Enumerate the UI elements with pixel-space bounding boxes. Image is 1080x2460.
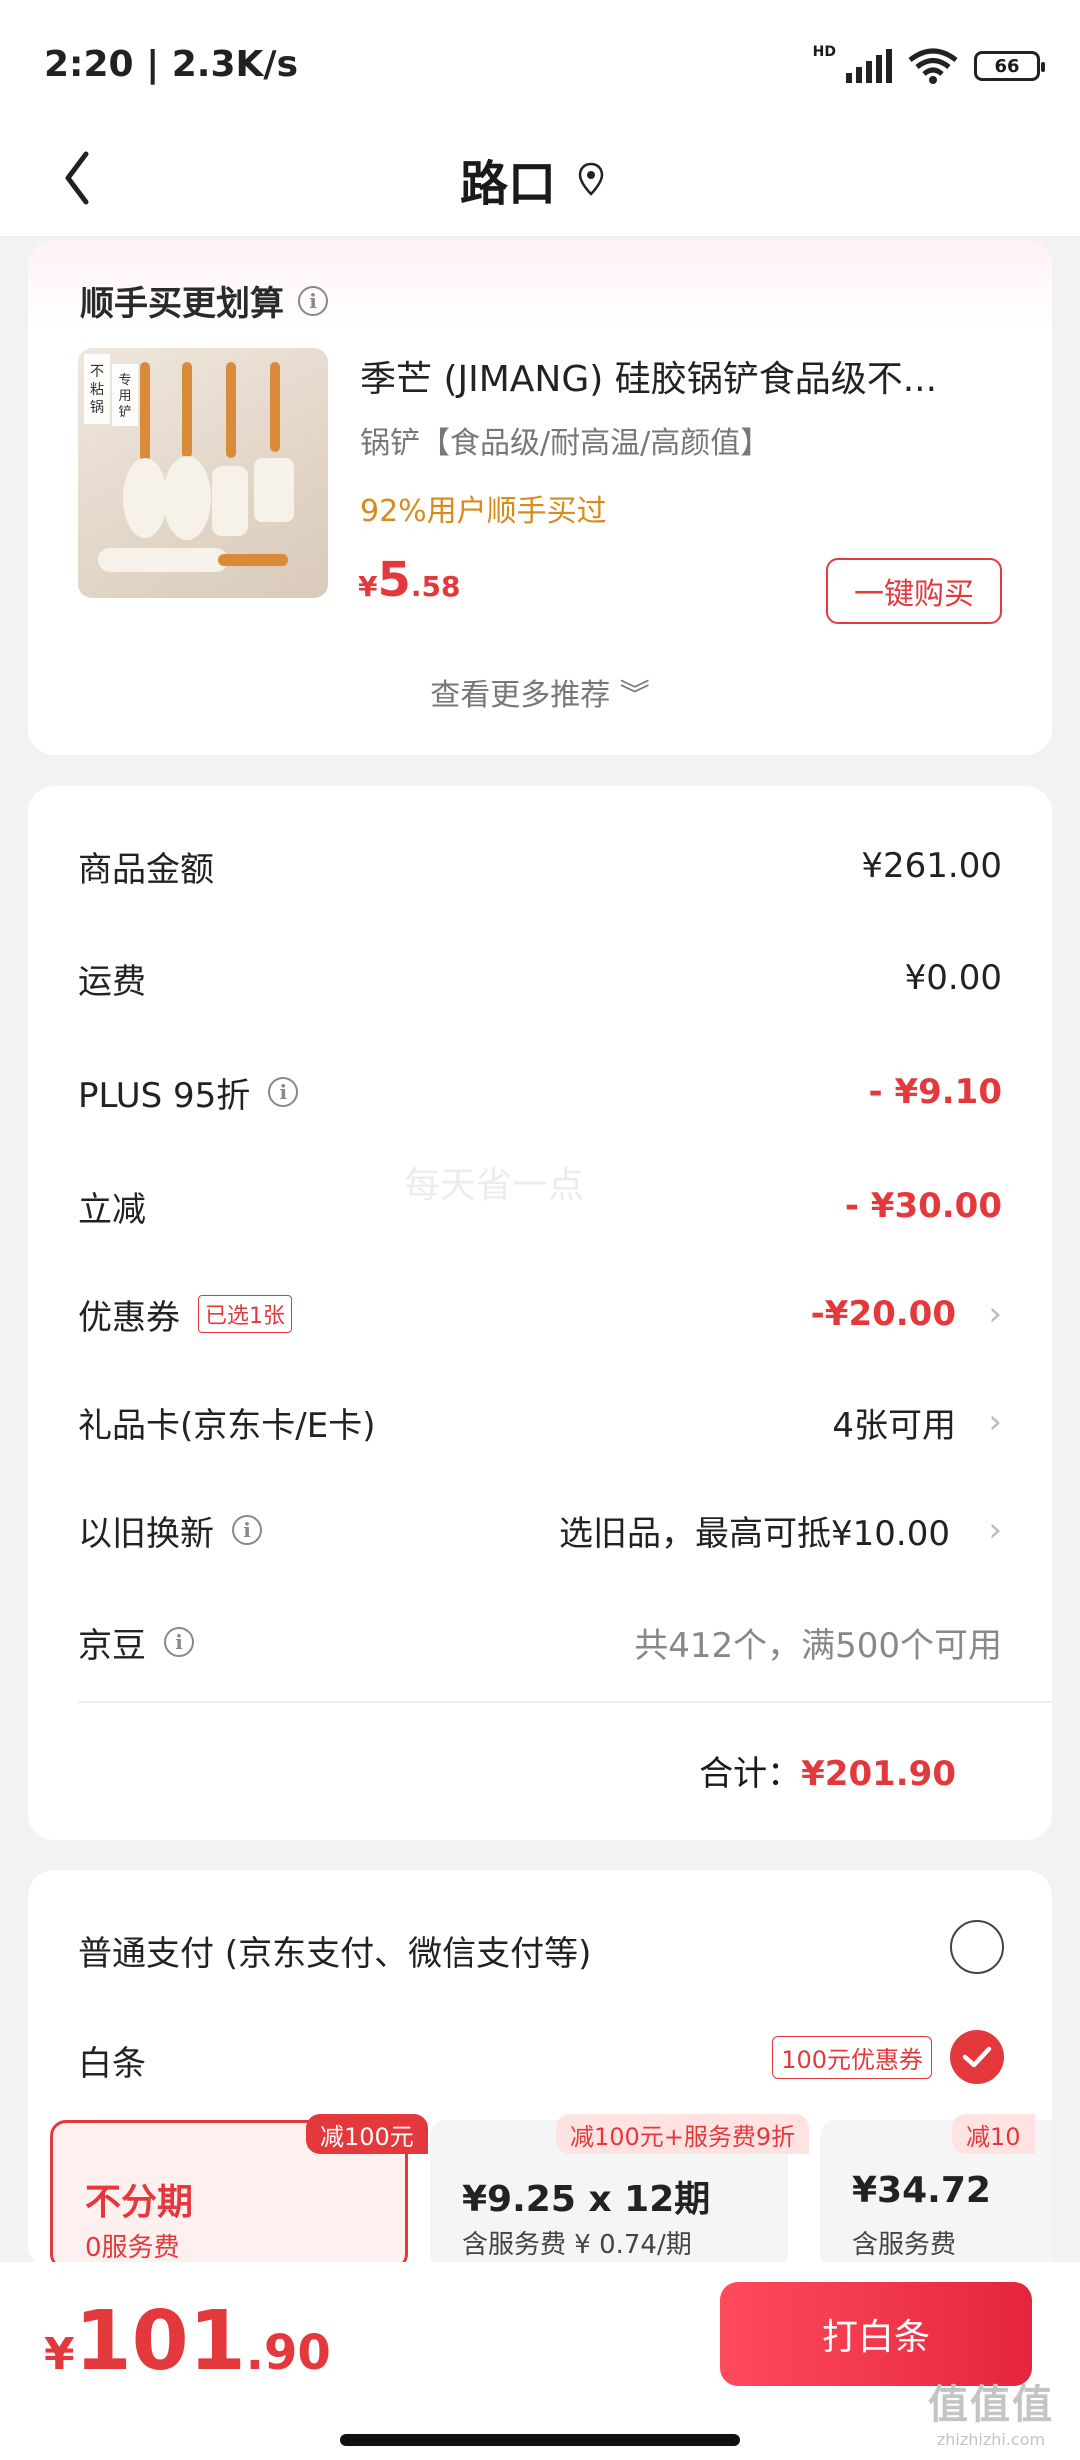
svg-text:用: 用 [118, 389, 131, 404]
row-value: 共412个，满500个可用 [634, 1625, 1002, 1666]
normal-payment-radio[interactable] [950, 1920, 1004, 1974]
spatula-set-image: 不 粘 锅 专 用 铲 [84, 354, 294, 572]
pay-amount: ¥101.90 [44, 2294, 331, 2389]
status-bar: 2:20 | 2.3K/s HD 66 [0, 0, 1080, 120]
row-label-group: PLUS 95折 i [78, 1068, 299, 1117]
svg-text:锅: 锅 [90, 400, 104, 416]
recommend-card: 顺手买更划算 i 不 粘 锅 专 用 铲 季芒 (JIMANG) 硅胶锅铲食品级… [28, 240, 1052, 755]
svg-text:不: 不 [90, 364, 104, 380]
pay-baitiao-button[interactable]: 打白条 [720, 2282, 1032, 2386]
payment-card: 普通支付 (京东支付、微信支付等) 白条 100元优惠券 不分期 0服务费 减1… [28, 1870, 1052, 2270]
see-more-recommend-link[interactable]: 查看更多推荐 ︾ [28, 670, 1052, 714]
price-detail-card: 每天省一点 商品金额 ¥261.00 运费 ¥0.00 PLUS 95折 i -… [28, 786, 1052, 1840]
coupon-selected-badge: 已选1张 [198, 1295, 292, 1333]
plan-title: ¥9.25 x 12期 [462, 2179, 711, 2220]
product-tag: 92%用户顺手买过 [360, 494, 607, 529]
baitiao-checked-icon[interactable] [950, 2030, 1004, 2084]
row-label: 运费 [78, 961, 146, 1002]
plan-tag: 减10 [952, 2114, 1035, 2154]
plan-title: ¥34.72 [852, 2170, 991, 2211]
product-image[interactable]: 不 粘 锅 专 用 铲 [78, 348, 328, 598]
row-label-group: 以旧换新 i [78, 1506, 262, 1555]
plan-title: 不分期 [85, 2182, 194, 2223]
row-label: PLUS 95折 [78, 1075, 251, 1116]
plan-tag: 减100元+服务费9折 [556, 2114, 810, 2154]
svg-text:粘: 粘 [90, 382, 104, 398]
bottom-bar: ¥101.90 打白条 值值值 zhizhizhi.com [0, 2262, 1080, 2460]
row-goods-amount: 商品金额 ¥261.00 [78, 836, 1002, 896]
row-trade-in[interactable]: 以旧换新 i 选旧品，最高可抵¥10.00 › [78, 1500, 1002, 1560]
baitiao-label[interactable]: 白条 [78, 2036, 146, 2085]
pay-integer: 101 [74, 2294, 246, 2389]
nav-bar: 路口 [0, 120, 1080, 238]
row-label: 礼品卡(京东卡/E卡) [78, 1405, 376, 1446]
info-icon[interactable]: i [298, 285, 328, 316]
location-pin-icon [578, 162, 604, 196]
site-url: zhizhizhi.com [936, 2430, 1046, 2449]
row-label: 优惠券 [78, 1297, 180, 1338]
svg-text:铲: 铲 [118, 405, 131, 420]
site-watermark: 值值值 zhizhizhi.com [928, 2372, 1054, 2449]
battery-icon: 66 [974, 51, 1045, 81]
plan-subtitle: 含服务费 [852, 2230, 957, 2260]
row-gift-card[interactable]: 礼品卡(京东卡/E卡) 4张可用 › [78, 1392, 1002, 1452]
row-label-group: 优惠券 已选1张 [78, 1290, 292, 1339]
battery-level: 66 [994, 55, 1020, 77]
product-name[interactable]: 季芒 (JIMANG) 硅胶锅铲食品级不... [360, 350, 937, 402]
normal-payment-label[interactable]: 普通支付 (京东支付、微信支付等) [78, 1926, 591, 1975]
back-icon[interactable] [56, 140, 116, 216]
home-indicator[interactable] [340, 2434, 740, 2446]
row-label: 京豆 [78, 1625, 146, 1666]
plan-subtitle: 0服务费 [85, 2233, 180, 2263]
plan-tag: 减100元 [306, 2114, 428, 2154]
pay-decimal: .90 [245, 2325, 331, 2381]
total-label: 合计： [699, 1754, 802, 1794]
chevron-right-icon: › [988, 1294, 1002, 1334]
divider [78, 1701, 1052, 1703]
hd-label: HD [812, 44, 836, 60]
row-value: ¥261.00 [861, 846, 1002, 886]
row-label: 以旧换新 [78, 1513, 214, 1554]
price-symbol: ¥ [358, 570, 378, 603]
row-value: - ¥9.10 [868, 1072, 1003, 1112]
info-icon[interactable]: i [268, 1077, 299, 1107]
page-title: 路口 [460, 156, 557, 212]
status-icons: HD 66 [813, 44, 1045, 84]
svg-text:专: 专 [118, 373, 131, 388]
row-coupon[interactable]: 优惠券 已选1张 -¥20.00 › [78, 1284, 1002, 1344]
total-amount: ¥201.90 [801, 1754, 956, 1794]
chevron-right-icon: › [988, 1402, 1002, 1442]
signal-icon [846, 49, 892, 83]
row-shipping: 运费 ¥0.00 [78, 948, 1002, 1008]
baitiao-coupon-badge: 100元优惠券 [772, 2036, 932, 2079]
site-logo-text: 值值值 [928, 2382, 1054, 2428]
recommend-title: 顺手买更划算 i [80, 276, 328, 325]
row-value: - ¥30.00 [844, 1186, 1002, 1226]
pay-symbol: ¥ [44, 2329, 75, 2380]
recommend-title-text: 顺手买更划算 [80, 284, 284, 324]
plan-subtitle: 含服务费 ¥ 0.74/期 [462, 2230, 692, 2260]
row-value: 4张可用 [832, 1405, 956, 1446]
row-label: 立减 [78, 1189, 146, 1230]
info-icon[interactable]: i [164, 1627, 194, 1657]
product-subtitle: 锅铲【食品级/耐高温/高颜值】 [360, 426, 771, 461]
row-label: 商品金额 [78, 849, 214, 890]
order-total: 合计：¥201.90 [699, 1746, 956, 1795]
info-icon[interactable]: i [232, 1515, 262, 1545]
row-instant-discount: 立减 - ¥30.00 [78, 1176, 1002, 1236]
status-time: 2:20 | 2.3K/s [44, 44, 299, 85]
one-click-buy-button[interactable]: 一键购买 [826, 558, 1002, 624]
nav-title-group[interactable]: 路口 [460, 144, 604, 214]
wifi-icon [908, 48, 958, 84]
product-price: ¥5.58 [358, 552, 461, 608]
price-integer: 5 [377, 552, 411, 608]
row-value: -¥20.00 [810, 1294, 956, 1334]
chevron-right-icon: › [988, 1510, 1002, 1550]
row-value: 选旧品，最高可抵¥10.00 [559, 1513, 950, 1554]
row-label-group: 京豆 i [78, 1618, 194, 1667]
row-jingdou: 京豆 i 共412个，满500个可用 [78, 1612, 1002, 1672]
row-plus-discount: PLUS 95折 i - ¥9.10 [78, 1062, 1002, 1122]
row-value: ¥0.00 [904, 958, 1002, 998]
price-decimal: .58 [410, 570, 461, 603]
